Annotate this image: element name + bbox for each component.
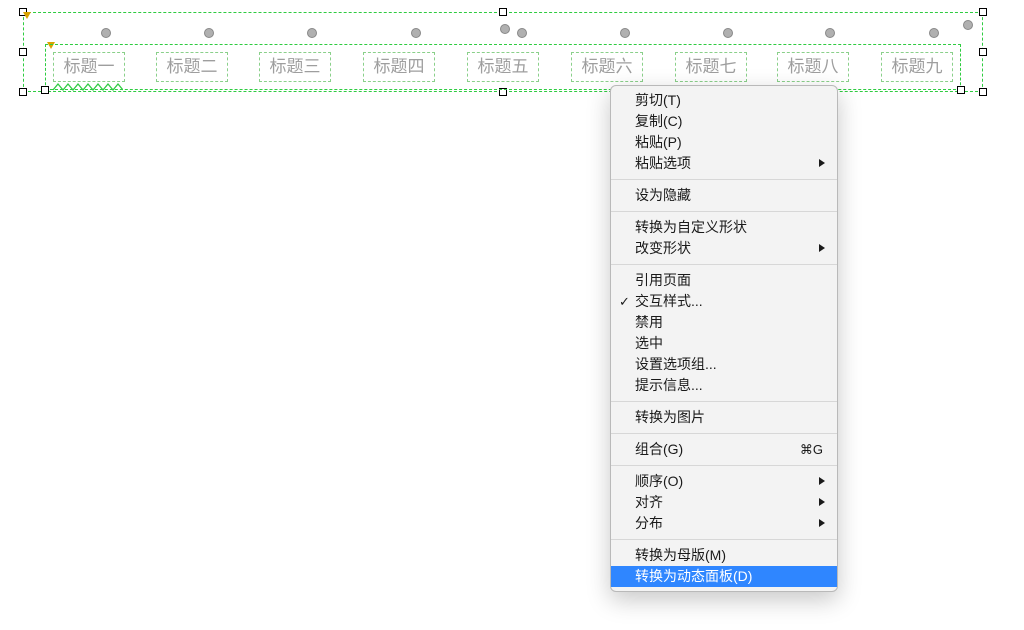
title-label: 标题一 — [64, 57, 115, 76]
menu-convert-to-dynamic-panel[interactable]: 转换为动态面板(D) — [611, 566, 837, 587]
title-box[interactable]: 标题二 — [156, 52, 228, 82]
checkmark-icon: ✓ — [619, 291, 630, 312]
title-box[interactable]: 标题三 — [259, 52, 331, 82]
title-label: 标题二 — [167, 57, 218, 76]
menu-label: 组合(G) — [635, 441, 683, 457]
menu-shortcut: ⌘G — [800, 439, 823, 460]
node-dot[interactable] — [963, 20, 973, 30]
menu-label: 提示信息... — [635, 377, 703, 393]
handle-se[interactable] — [979, 88, 987, 96]
marker-triangle — [47, 42, 55, 49]
menu-cut[interactable]: 剪切(T) — [611, 90, 837, 111]
title-box[interactable]: 标题四 — [363, 52, 435, 82]
squiggle-icon — [53, 83, 123, 91]
menu-label: 交互样式... — [635, 293, 703, 309]
menu-label: 粘贴(P) — [635, 134, 682, 150]
menu-label: 禁用 — [635, 314, 663, 330]
title-label: 标题八 — [788, 57, 839, 76]
menu-separator — [611, 539, 837, 540]
node-dot[interactable] — [620, 28, 630, 38]
handle-n[interactable] — [499, 8, 507, 16]
menu-paste-options[interactable]: 粘贴选项 — [611, 153, 837, 174]
node-dot[interactable] — [101, 28, 111, 38]
context-menu: 剪切(T) 复制(C) 粘贴(P) 粘贴选项 设为隐藏 转换为自定义形状 改变形… — [610, 85, 838, 592]
menu-interaction-styles[interactable]: ✓ 交互样式... — [611, 291, 837, 312]
menu-change-shape[interactable]: 改变形状 — [611, 238, 837, 259]
menu-tooltip[interactable]: 提示信息... — [611, 375, 837, 396]
menu-label: 顺序(O) — [635, 473, 683, 489]
menu-convert-to-master[interactable]: 转换为母版(M) — [611, 545, 837, 566]
menu-label: 改变形状 — [635, 240, 691, 256]
handle-sw[interactable] — [19, 88, 27, 96]
submenu-arrow-icon — [819, 159, 825, 167]
title-label: 标题四 — [374, 57, 425, 76]
menu-separator — [611, 179, 837, 180]
node-dot[interactable] — [517, 28, 527, 38]
menu-convert-custom-shape[interactable]: 转换为自定义形状 — [611, 217, 837, 238]
title-box[interactable]: 标题一 — [53, 52, 125, 82]
menu-label: 复制(C) — [635, 113, 682, 129]
title-label: 标题三 — [270, 57, 321, 76]
menu-separator — [611, 433, 837, 434]
menu-label: 设为隐藏 — [635, 187, 691, 203]
marker-triangle — [23, 12, 31, 19]
menu-set-option-group[interactable]: 设置选项组... — [611, 354, 837, 375]
handle-inner-se[interactable] — [957, 86, 965, 94]
node-dot[interactable] — [929, 28, 939, 38]
menu-separator — [611, 401, 837, 402]
menu-label: 转换为母版(M) — [635, 547, 726, 563]
node-dot[interactable] — [204, 28, 214, 38]
menu-label: 转换为自定义形状 — [635, 219, 747, 235]
menu-convert-to-image[interactable]: 转换为图片 — [611, 407, 837, 428]
menu-label: 分布 — [635, 515, 663, 531]
submenu-arrow-icon — [819, 244, 825, 252]
menu-label: 剪切(T) — [635, 92, 681, 108]
menu-order[interactable]: 顺序(O) — [611, 471, 837, 492]
menu-selected[interactable]: 选中 — [611, 333, 837, 354]
title-label: 标题九 — [892, 57, 943, 76]
title-label: 标题五 — [478, 57, 529, 76]
menu-reference-page[interactable]: 引用页面 — [611, 270, 837, 291]
submenu-arrow-icon — [819, 477, 825, 485]
title-box[interactable]: 标题六 — [571, 52, 643, 82]
node-dot[interactable] — [307, 28, 317, 38]
node-dot[interactable] — [723, 28, 733, 38]
node-dot[interactable] — [825, 28, 835, 38]
title-label: 标题六 — [582, 57, 633, 76]
menu-paste[interactable]: 粘贴(P) — [611, 132, 837, 153]
menu-separator — [611, 465, 837, 466]
menu-label: 选中 — [635, 335, 663, 351]
title-label: 标题七 — [686, 57, 737, 76]
menu-distribute[interactable]: 分布 — [611, 513, 837, 534]
title-box[interactable]: 标题五 — [467, 52, 539, 82]
design-canvas[interactable]: 标题一 标题二 标题三 标题四 标题五 标题六 标题七 标题八 标题九 — [23, 12, 983, 92]
handle-w[interactable] — [19, 48, 27, 56]
menu-separator — [611, 211, 837, 212]
menu-label: 设置选项组... — [635, 356, 717, 372]
menu-group[interactable]: 组合(G) ⌘G — [611, 439, 837, 460]
handle-nw[interactable] — [19, 8, 27, 16]
title-box[interactable]: 标题七 — [675, 52, 747, 82]
submenu-arrow-icon — [819, 519, 825, 527]
menu-disable[interactable]: 禁用 — [611, 312, 837, 333]
menu-label: 转换为动态面板(D) — [635, 568, 752, 584]
node-dot[interactable] — [411, 28, 421, 38]
title-box[interactable]: 标题九 — [881, 52, 953, 82]
submenu-arrow-icon — [819, 498, 825, 506]
menu-label: 引用页面 — [635, 272, 691, 288]
handle-s[interactable] — [499, 88, 507, 96]
menu-label: 粘贴选项 — [635, 155, 691, 171]
handle-e[interactable] — [979, 48, 987, 56]
menu-copy[interactable]: 复制(C) — [611, 111, 837, 132]
handle-inner-sw[interactable] — [41, 86, 49, 94]
menu-separator — [611, 264, 837, 265]
handle-ne[interactable] — [979, 8, 987, 16]
title-box[interactable]: 标题八 — [777, 52, 849, 82]
node-dot[interactable] — [500, 24, 510, 34]
menu-align[interactable]: 对齐 — [611, 492, 837, 513]
menu-label: 对齐 — [635, 494, 663, 510]
menu-set-hidden[interactable]: 设为隐藏 — [611, 185, 837, 206]
menu-label: 转换为图片 — [635, 409, 705, 425]
